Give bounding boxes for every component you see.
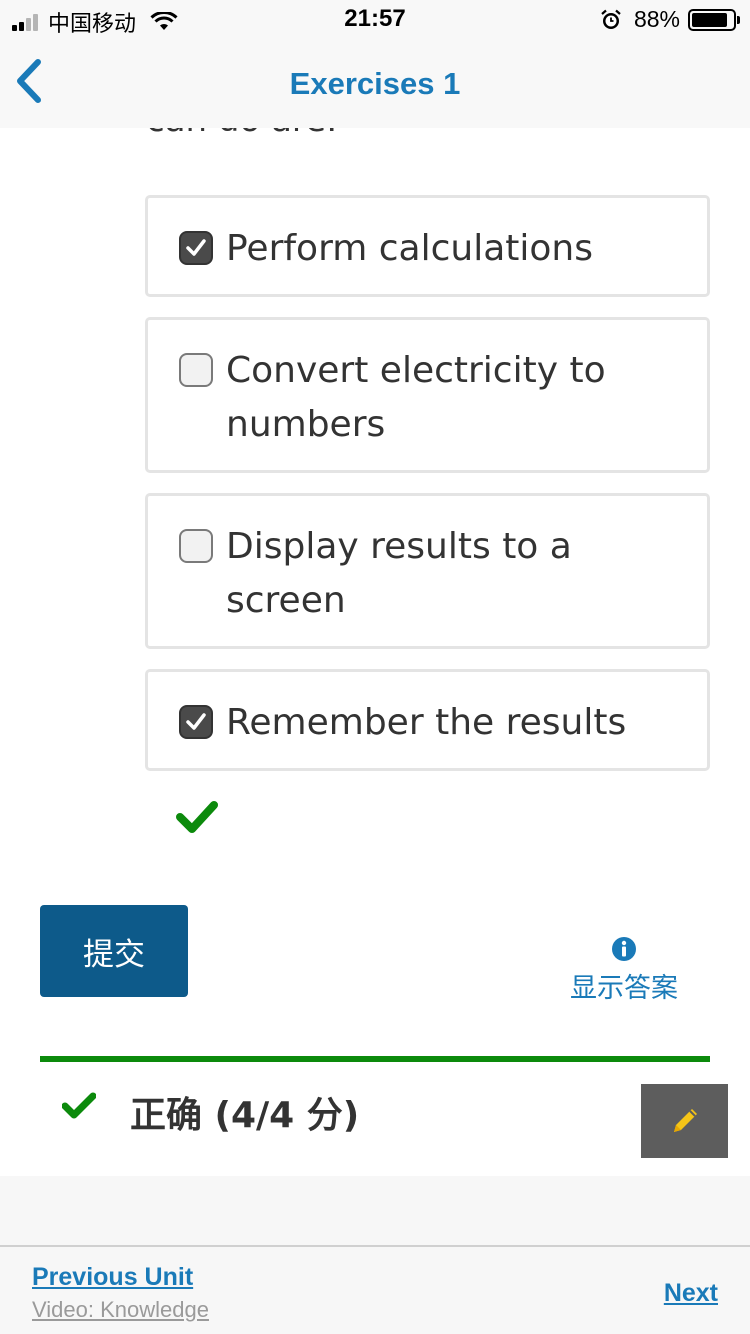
option-perform-calculations[interactable]: Perform calculations [145, 195, 710, 297]
option-label: Convert electricity to numbers [226, 350, 606, 445]
checkmark-icon [186, 713, 206, 730]
edit-button[interactable] [641, 1084, 728, 1158]
result-divider [40, 1056, 710, 1062]
option-remember-results[interactable]: Remember the results [145, 669, 710, 771]
submit-button[interactable]: 提交 [40, 905, 188, 997]
info-icon [612, 937, 636, 961]
show-answer-label: 显示答案 [570, 973, 678, 1004]
result-status: 正确 (4/4 分) [130, 1095, 360, 1136]
page-title: Exercises 1 [289, 66, 461, 101]
checkmark-icon [186, 239, 206, 256]
alarm-icon [601, 9, 621, 29]
unit-navigation: Previous Unit Video: Knowledge Next [0, 1245, 750, 1334]
option-display-results[interactable]: Display results to a screen [145, 493, 710, 649]
previous-unit-link[interactable]: Previous Unit [32, 1263, 193, 1292]
next-link[interactable]: Next [664, 1279, 718, 1308]
correct-check-icon [176, 801, 218, 833]
option-convert-electricity[interactable]: Convert electricity to numbers [145, 317, 710, 473]
pencil-icon [673, 1109, 697, 1132]
checkbox-unchecked[interactable] [179, 353, 213, 387]
option-label: Display results to a screen [226, 526, 572, 621]
checkbox-checked[interactable] [179, 705, 213, 739]
spacer [0, 1176, 750, 1246]
previous-unit-title[interactable]: Video: Knowledge [32, 1297, 209, 1323]
option-label: Remember the results [226, 702, 627, 743]
status-bar: 中国移动 21:57 88% [0, 0, 750, 40]
checkbox-unchecked[interactable] [179, 529, 213, 563]
option-label: Perform calculations [226, 228, 593, 269]
show-answer-button[interactable]: 显示答案 [560, 936, 688, 1005]
battery-percent: 88% [633, 6, 680, 32]
checkbox-checked[interactable] [179, 231, 213, 265]
nav-bar: Exercises 1 [0, 40, 750, 128]
battery-icon [688, 8, 740, 31]
result-check-icon [62, 1092, 96, 1119]
